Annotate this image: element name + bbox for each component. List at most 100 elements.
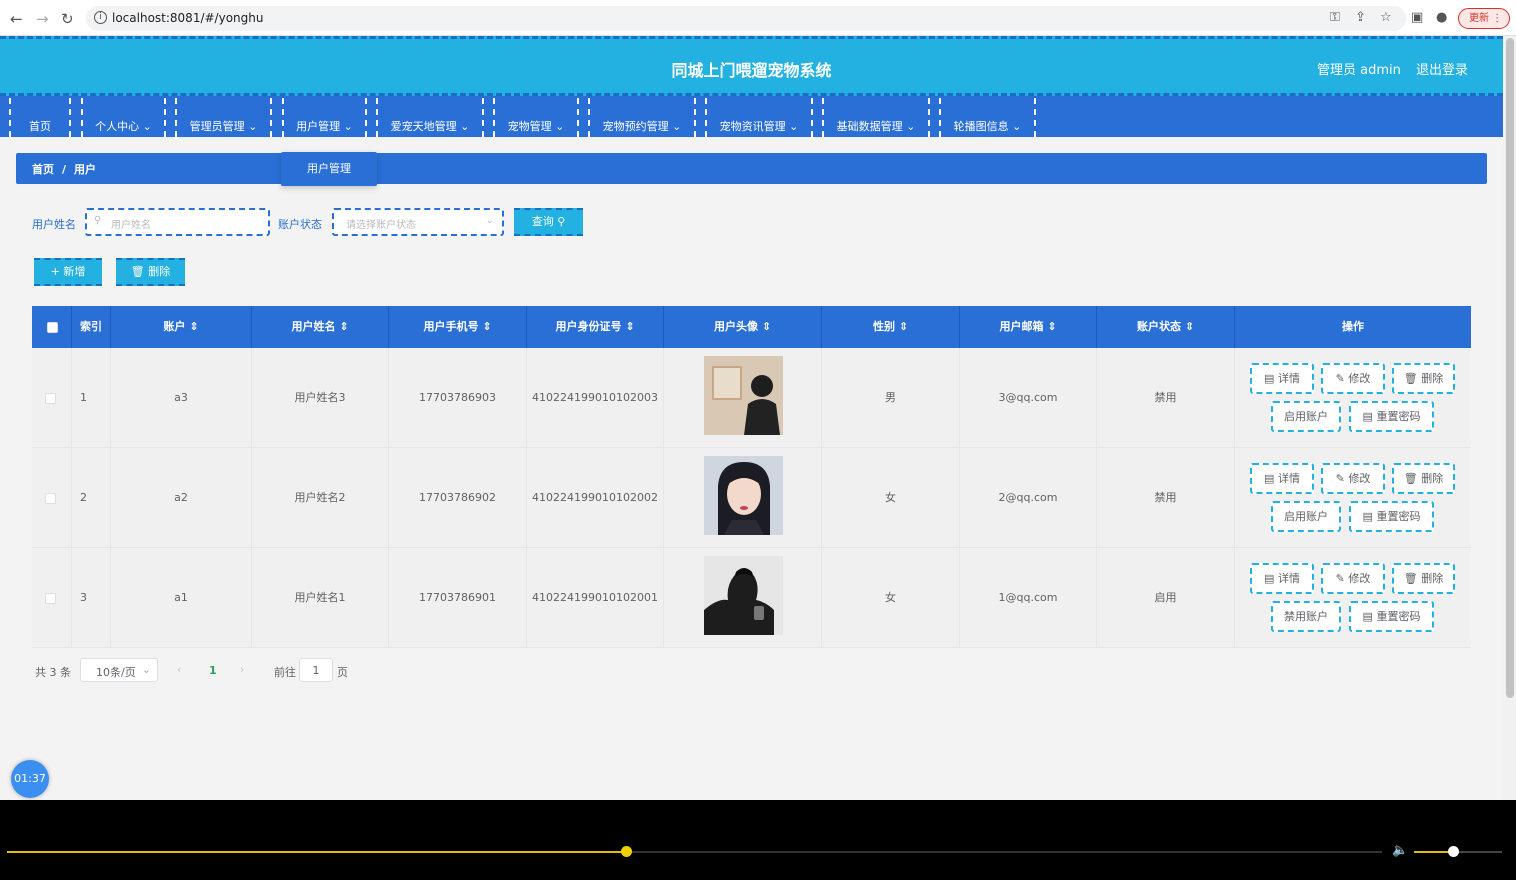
cell-phone: 17703786901 <box>389 548 527 648</box>
menu-item-news[interactable]: 宠物资讯管理 ⌄ <box>705 98 813 137</box>
menu-item-basic-data[interactable]: 基础数据管理 ⌄ <box>822 98 930 137</box>
timer-badge[interactable]: 01:37 <box>11 760 49 798</box>
sort-icon[interactable]: ⇕ <box>1047 320 1056 333</box>
reset-password-button[interactable]: ▤ 重置密码 <box>1349 401 1434 432</box>
address-bar[interactable]: i localhost:8081/#/yonghu <box>86 6 1406 31</box>
star-icon[interactable]: ☆ <box>1380 10 1392 25</box>
logout-link[interactable]: 退出登录 <box>1416 59 1468 78</box>
back-icon[interactable]: ← <box>10 10 23 28</box>
row-checkbox[interactable] <box>45 393 56 404</box>
btn-label: 删除 <box>1421 472 1444 485</box>
toggle-account-button[interactable]: 启用账户 <box>1271 501 1341 532</box>
menu-label: 爱宠天地管理 <box>390 120 457 133</box>
sort-icon[interactable]: ⇕ <box>482 320 491 333</box>
progress-knob[interactable] <box>620 846 632 857</box>
menu-item-pets[interactable]: 宠物管理 ⌄ <box>493 98 579 137</box>
edit-button[interactable]: ✎ 修改 <box>1321 463 1385 494</box>
next-page-icon[interactable]: › <box>240 663 244 676</box>
menu-item-carousel[interactable]: 轮播图信息 ⌄ <box>939 98 1036 137</box>
update-button[interactable]: 更新 ⋮ <box>1458 8 1510 29</box>
detail-button[interactable]: ▤ 详情 <box>1250 363 1314 394</box>
chevron-down-icon: ⌄ <box>906 120 916 133</box>
breadcrumb-home[interactable]: 首页 <box>32 163 54 176</box>
sort-icon[interactable]: ⇕ <box>899 320 908 333</box>
chevron-down-icon: ⌄ <box>789 120 799 133</box>
delete-button[interactable]: 🗑 删除 <box>1392 563 1455 594</box>
page-size-select[interactable]: 10条/页 ⌄ <box>80 658 158 682</box>
edit-button[interactable]: ✎ 修改 <box>1321 563 1385 594</box>
detail-button[interactable]: ▤ 详情 <box>1250 563 1314 594</box>
th-name[interactable]: 用户姓名 ⇕ <box>252 306 389 348</box>
avatar-image[interactable] <box>704 556 783 635</box>
sort-icon[interactable]: ⇕ <box>625 320 634 333</box>
th-phone[interactable]: 用户手机号 ⇕ <box>389 306 527 348</box>
profile-icon[interactable]: ● <box>1436 10 1447 25</box>
toggle-account-button[interactable]: 启用账户 <box>1271 401 1341 432</box>
reload-icon[interactable]: ↻ <box>61 10 74 28</box>
volume-knob[interactable] <box>1448 846 1459 857</box>
sort-icon[interactable]: ⇕ <box>189 320 198 333</box>
menu-item-pet-world[interactable]: 爱宠天地管理 ⌄ <box>376 98 484 137</box>
menu-item-admin[interactable]: 管理员管理 ⌄ <box>175 98 272 137</box>
chevron-down-icon: ⌄ <box>141 663 151 676</box>
th-label: 性别 <box>872 320 895 333</box>
cell-email: 1@qq.com <box>960 548 1097 648</box>
row-checkbox[interactable] <box>45 593 56 604</box>
status-select[interactable]: 请选择账户状态 ⌄ <box>332 208 504 236</box>
th-index: 索引 <box>72 306 111 348</box>
volume-icon[interactable]: 🔈 <box>1392 843 1408 858</box>
th-avatar[interactable]: 用户头像 ⇕ <box>664 306 822 348</box>
page-number-current[interactable]: 1 <box>209 664 217 677</box>
menu-item-personal[interactable]: 个人中心 ⌄ <box>81 98 166 137</box>
reset-password-button[interactable]: ▤ 重置密码 <box>1349 501 1434 532</box>
th-idcard[interactable]: 用户身份证号 ⇕ <box>527 306 664 348</box>
detail-button[interactable]: ▤ 详情 <box>1250 463 1314 494</box>
progress-track[interactable] <box>7 851 1382 853</box>
th-account[interactable]: 账户 ⇕ <box>111 306 252 348</box>
doc-icon: ▤ <box>1264 472 1275 485</box>
reset-password-button[interactable]: ▤ 重置密码 <box>1349 601 1434 632</box>
th-label: 用户邮箱 <box>999 320 1044 333</box>
edit-button[interactable]: ✎ 修改 <box>1321 363 1385 394</box>
delete-button[interactable]: 🗑 删除 <box>1392 363 1455 394</box>
query-button[interactable]: 查询 ⚲ <box>514 208 583 236</box>
menu-item-home[interactable]: 首页 <box>9 98 71 137</box>
page-scrollbar[interactable] <box>1503 36 1516 800</box>
name-search-input[interactable]: ⚲ 用户姓名 <box>85 208 270 236</box>
chevron-down-icon: ⌄ <box>248 120 258 133</box>
sidebar-icon[interactable]: ▣ <box>1411 10 1423 25</box>
avatar-image[interactable] <box>704 356 783 435</box>
row-checkbox[interactable] <box>45 493 56 504</box>
sort-icon[interactable]: ⇕ <box>762 320 771 333</box>
add-button[interactable]: + 新增 <box>34 258 102 286</box>
th-label: 用户头像 <box>713 320 758 333</box>
cell-phone: 17703786903 <box>389 348 527 448</box>
sort-icon[interactable]: ⇕ <box>1185 320 1194 333</box>
key-icon[interactable]: ⚿ <box>1330 10 1340 25</box>
delete-button[interactable]: 🗑 删除 <box>1392 463 1455 494</box>
info-icon[interactable]: i <box>94 11 107 24</box>
th-email[interactable]: 用户邮箱 ⇕ <box>960 306 1097 348</box>
forward-icon[interactable]: → <box>36 10 49 28</box>
select-all-checkbox[interactable] <box>47 322 58 333</box>
th-gender[interactable]: 性别 ⇕ <box>822 306 960 348</box>
dropdown-item-user-manage[interactable]: 用户管理 <box>281 152 377 186</box>
search-icon: ⚲ <box>94 215 102 226</box>
scrollbar-thumb[interactable] <box>1506 38 1514 698</box>
share-icon[interactable]: ⇪ <box>1355 10 1366 25</box>
prev-page-icon[interactable]: ‹ <box>177 663 181 676</box>
cell-index: 2 <box>72 448 111 548</box>
th-label: 用户姓名 <box>291 320 336 333</box>
status-placeholder: 请选择账户状态 <box>346 220 416 231</box>
sort-icon[interactable]: ⇕ <box>339 320 348 333</box>
goto-page-input[interactable]: 1 <box>299 658 333 682</box>
menu-item-appointments[interactable]: 宠物预约管理 ⌄ <box>588 98 696 137</box>
cell-phone: 17703786902 <box>389 448 527 548</box>
th-status[interactable]: 账户状态 ⇕ <box>1097 306 1235 348</box>
avatar-image[interactable] <box>704 456 783 535</box>
trash-icon: 🗑 <box>1403 372 1418 385</box>
chevron-down-icon: ⌄ <box>555 120 565 133</box>
toggle-account-button[interactable]: 禁用账户 <box>1271 601 1341 632</box>
batch-delete-button[interactable]: 🗑 删除 <box>116 258 185 286</box>
menu-item-users[interactable]: 用户管理 ⌄ <box>282 98 367 137</box>
